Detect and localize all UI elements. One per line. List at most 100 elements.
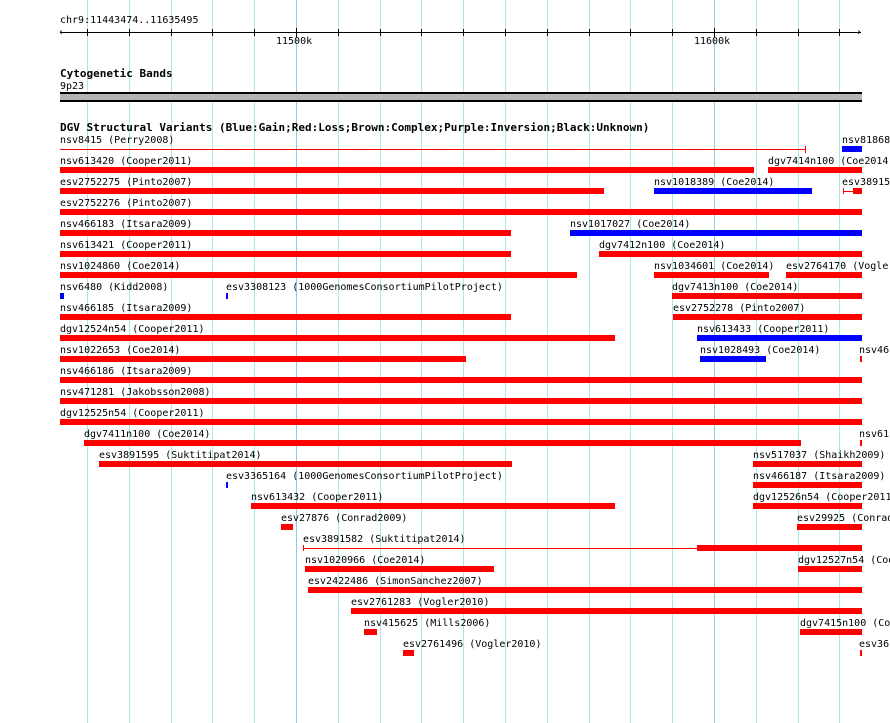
sv-feature-bar[interactable]: [753, 461, 862, 467]
sv-feature-line[interactable]: [303, 548, 697, 549]
sv-feature-label[interactable]: nsv46: [859, 345, 889, 356]
scroll-right-icon[interactable]: ›: [856, 27, 862, 38]
cytoband-bar[interactable]: [60, 92, 862, 102]
sv-feature-bar[interactable]: [226, 293, 228, 299]
sv-feature-label[interactable]: nsv466185 (Itsara2009): [60, 303, 192, 314]
sv-feature-label[interactable]: esv2752278 (Pinto2007): [673, 303, 805, 314]
sv-feature-bar[interactable]: [673, 314, 862, 320]
sv-feature-bar[interactable]: [570, 230, 862, 236]
sv-feature-label[interactable]: esv2761496 (Vogler2010): [403, 639, 541, 650]
sv-feature-bar[interactable]: [60, 230, 511, 236]
sv-feature-bar[interactable]: [351, 608, 862, 614]
sv-feature-label[interactable]: dgv7415n100 (Co: [800, 618, 890, 629]
sv-feature-label[interactable]: esv2752276 (Pinto2007): [60, 198, 192, 209]
sv-feature-label[interactable]: nsv1034601 (Coe2014): [654, 261, 774, 272]
sv-feature-bar[interactable]: [768, 167, 862, 173]
sv-feature-label[interactable]: esv2752275 (Pinto2007): [60, 177, 192, 188]
sv-feature-label[interactable]: esv2764170 (Vogler: [786, 261, 890, 272]
sv-feature-bar[interactable]: [860, 440, 862, 446]
sv-feature-endtick[interactable]: [805, 146, 806, 153]
sv-feature-bar[interactable]: [697, 545, 862, 551]
sv-feature-bar[interactable]: [60, 335, 615, 341]
sv-feature-label[interactable]: nsv613421 (Cooper2011): [60, 240, 192, 251]
sv-feature-label[interactable]: esv29925 (Conrad: [797, 513, 890, 524]
sv-feature-label[interactable]: dgv7414n100 (Coe2014): [768, 156, 890, 167]
sv-feature-bar[interactable]: [654, 188, 812, 194]
sv-feature-label[interactable]: dgv7413n100 (Coe2014): [672, 282, 798, 293]
sv-feature-label[interactable]: esv3891582 (Suktitipat2014): [303, 534, 466, 545]
sv-feature-label[interactable]: nsv517037 (Shaikh2009): [753, 450, 885, 461]
sv-feature-bar[interactable]: [251, 503, 615, 509]
sv-feature-label[interactable]: nsv6480 (Kidd2008): [60, 282, 168, 293]
sv-feature-label[interactable]: dgv7411n100 (Coe2014): [84, 429, 210, 440]
sv-feature-bar[interactable]: [60, 377, 862, 383]
sv-feature-label[interactable]: esv2422486 (SimonSanchez2007): [308, 576, 483, 587]
sv-feature-bar[interactable]: [60, 419, 862, 425]
sv-feature-bar[interactable]: [842, 146, 862, 152]
sv-feature-label[interactable]: nsv81868: [842, 135, 890, 146]
sv-feature-bar[interactable]: [281, 524, 293, 530]
sv-feature-label[interactable]: dgv12524n54 (Cooper2011): [60, 324, 205, 335]
sv-feature-label[interactable]: nsv613432 (Cooper2011): [251, 492, 383, 503]
sv-feature-line[interactable]: [843, 191, 853, 192]
sv-feature-label[interactable]: esv3365164 (1000GenomesConsortiumPilotPr…: [226, 471, 503, 482]
sv-feature-label[interactable]: nsv1024860 (Coe2014): [60, 261, 180, 272]
sv-feature-bar[interactable]: [860, 356, 862, 362]
sv-feature-bar[interactable]: [800, 629, 862, 635]
sv-feature-bar[interactable]: [700, 356, 766, 362]
sv-feature-label[interactable]: nsv613420 (Cooper2011): [60, 156, 192, 167]
sv-feature-label[interactable]: esv2761283 (Vogler2010): [351, 597, 489, 608]
sv-feature-bar[interactable]: [84, 440, 801, 446]
sv-feature-bar[interactable]: [305, 566, 494, 572]
sv-feature-bar[interactable]: [60, 398, 862, 404]
sv-feature-label[interactable]: nsv1022653 (Coe2014): [60, 345, 180, 356]
sv-feature-label[interactable]: dgv12527n54 (Coo: [798, 555, 890, 566]
sv-feature-label[interactable]: nsv1018389 (Coe2014): [654, 177, 774, 188]
sv-feature-label[interactable]: esv3308123 (1000GenomesConsortiumPilotPr…: [226, 282, 503, 293]
sv-feature-bar[interactable]: [364, 629, 377, 635]
sv-feature-bar[interactable]: [60, 293, 64, 299]
sv-feature-label[interactable]: nsv415625 (Mills2006): [364, 618, 490, 629]
sv-feature-bar[interactable]: [99, 461, 512, 467]
sv-feature-bar[interactable]: [798, 566, 862, 572]
sv-feature-label[interactable]: nsv466186 (Itsara2009): [60, 366, 192, 377]
sv-feature-bar[interactable]: [860, 650, 862, 656]
sv-feature-label[interactable]: nsv8415 (Perry2008): [60, 135, 174, 146]
sv-feature-bar[interactable]: [599, 251, 862, 257]
sv-feature-bar[interactable]: [797, 524, 862, 530]
sv-feature-bar[interactable]: [786, 272, 862, 278]
scroll-left-icon[interactable]: ‹: [58, 27, 64, 38]
sv-feature-bar[interactable]: [753, 482, 862, 488]
sv-feature-bar[interactable]: [403, 650, 414, 656]
sv-feature-label[interactable]: esv36: [859, 639, 889, 650]
sv-feature-label[interactable]: nsv1017027 (Coe2014): [570, 219, 690, 230]
sv-feature-bar[interactable]: [308, 587, 862, 593]
sv-feature-label[interactable]: nsv466183 (Itsara2009): [60, 219, 192, 230]
sv-feature-label[interactable]: nsv1028493 (Coe2014): [700, 345, 820, 356]
sv-feature-line[interactable]: [60, 149, 805, 150]
sv-feature-bar[interactable]: [672, 293, 862, 299]
sv-feature-label[interactable]: nsv61: [859, 429, 889, 440]
sv-feature-label[interactable]: dgv12525n54 (Cooper2011): [60, 408, 205, 419]
sv-feature-label[interactable]: dgv12526n54 (Cooper2011: [753, 492, 890, 503]
sv-feature-label[interactable]: nsv1020966 (Coe2014): [305, 555, 425, 566]
sv-feature-label[interactable]: esv38915: [842, 177, 890, 188]
sv-feature-label[interactable]: nsv466187 (Itsara2009): [753, 471, 885, 482]
sv-feature-label[interactable]: esv27876 (Conrad2009): [281, 513, 407, 524]
sv-feature-bar[interactable]: [60, 188, 604, 194]
sv-feature-label[interactable]: nsv471281 (Jakobsson2008): [60, 387, 211, 398]
sv-feature-bar[interactable]: [60, 209, 862, 215]
sv-feature-label[interactable]: esv3891595 (Suktitipat2014): [99, 450, 262, 461]
sv-feature-bar[interactable]: [853, 188, 862, 194]
sv-feature-bar[interactable]: [226, 482, 228, 488]
sv-feature-bar[interactable]: [60, 272, 577, 278]
sv-feature-bar[interactable]: [60, 356, 466, 362]
sv-feature-bar[interactable]: [60, 251, 511, 257]
sv-feature-bar[interactable]: [60, 314, 511, 320]
sv-feature-bar[interactable]: [753, 503, 862, 509]
sv-feature-label[interactable]: nsv613433 (Cooper2011): [697, 324, 829, 335]
sv-feature-bar[interactable]: [697, 335, 862, 341]
sv-feature-bar[interactable]: [60, 167, 754, 173]
sv-feature-label[interactable]: dgv7412n100 (Coe2014): [599, 240, 725, 251]
sv-feature-bar[interactable]: [654, 272, 769, 278]
